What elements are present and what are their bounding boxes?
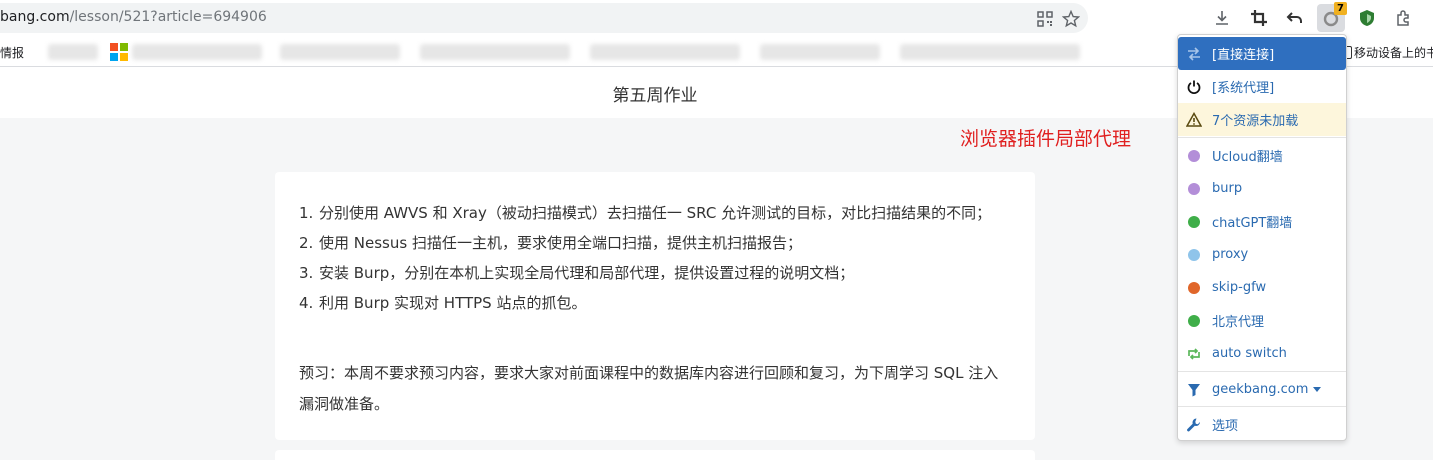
transfer-arrows-icon <box>1186 46 1202 62</box>
preview-paragraph: 预习：本周不要求预习内容，要求大家对前面课程中的数据库内容进行回顾和复习，为下周… <box>299 364 999 413</box>
menu-item-direct[interactable]: [直接连接] <box>1178 37 1346 70</box>
profile-color-dot <box>1188 314 1200 327</box>
menu-item-profile[interactable]: chatGPT翻墙 <box>1178 205 1346 238</box>
menu-item-profile[interactable]: burp <box>1178 172 1346 205</box>
mobile-bookmarks-folder[interactable]: 移动设备上的书 <box>1343 44 1433 61</box>
bookmark-star-icon[interactable] <box>1061 9 1081 28</box>
task-item: 1. 分别使用 AWVS 和 Xray（被动扫描模式）去扫描任一 SRC 允许测试… <box>299 204 992 222</box>
power-icon <box>1186 79 1202 95</box>
task-item: 2. 使用 Nessus 扫描任一主机，要求使用全端口扫描，提供主机扫描报告； <box>299 234 802 252</box>
extension-badge: 7 <box>1334 2 1347 15</box>
download-icon[interactable] <box>1210 6 1234 30</box>
qr-code-icon[interactable] <box>1036 10 1054 28</box>
profile-color-dot <box>1188 149 1200 162</box>
menu-divider <box>1178 137 1346 138</box>
address-bar[interactable]: bang.com/lesson/521?article=694906 <box>0 3 1088 33</box>
undo-arrow-icon[interactable] <box>1283 6 1307 30</box>
blurred-bookmark[interactable] <box>420 44 570 60</box>
homework-card: 1. 分别使用 AWVS 和 Xray（被动扫描模式）去扫描任一 SRC 允许测试… <box>275 172 1035 440</box>
globe-icon <box>1186 280 1202 296</box>
globe-icon <box>1186 148 1202 164</box>
profile-color-dot <box>1188 182 1200 195</box>
menu-divider <box>1178 406 1346 407</box>
globe-icon <box>1186 313 1202 329</box>
warning-icon <box>1186 111 1202 128</box>
menu-item-auto-switch[interactable]: auto switch <box>1178 337 1346 370</box>
next-card <box>275 450 1035 470</box>
menu-item-failed-resources[interactable]: 7个资源未加载 <box>1178 103 1346 136</box>
url-path: /lesson/521?article=694906 <box>69 9 267 25</box>
wrench-icon <box>1186 417 1202 433</box>
blurred-bookmark[interactable] <box>280 44 400 60</box>
menu-item-system[interactable]: [系统代理] <box>1178 70 1346 103</box>
blurred-bookmark[interactable] <box>48 44 98 60</box>
page-title: 第五周作业 <box>612 86 698 106</box>
microsoft-logo-icon <box>110 43 128 61</box>
task-item: 3. 安装 Burp，分别在本机上实现全局代理和局部代理，提供设置过程的说明文档； <box>299 264 855 282</box>
menu-item-site-rule[interactable]: geekbang.com <box>1178 373 1346 406</box>
chevron-down-icon <box>1313 387 1322 392</box>
blurred-bookmark[interactable] <box>590 44 740 60</box>
blurred-bookmark[interactable] <box>900 44 1080 60</box>
puzzle-extensions-icon[interactable] <box>1392 6 1416 30</box>
profile-color-dot <box>1188 248 1200 261</box>
retweet-arrows-icon <box>1186 346 1202 362</box>
globe-icon <box>1186 181 1202 197</box>
url-text[interactable]: bang.com/lesson/521?article=694906 <box>0 9 267 25</box>
switchyomega-extension-icon[interactable]: 7 <box>1317 2 1347 32</box>
task-list: 1. 分别使用 AWVS 和 Xray（被动扫描模式）去扫描任一 SRC 允许测试… <box>299 198 1011 318</box>
profile-color-dot <box>1188 281 1200 294</box>
menu-item-profile[interactable]: 北京代理 <box>1178 304 1346 337</box>
proxy-switch-popup: [直接连接] [系统代理] 7个资源未加载 Ucloud翻墙 burp chat… <box>1177 34 1347 441</box>
menu-divider <box>1178 371 1346 372</box>
url-host: bang.com <box>0 9 70 25</box>
menu-item-profile[interactable]: skip-gfw <box>1178 271 1346 304</box>
red-annotation-text: 浏览器插件局部代理 <box>960 128 1132 150</box>
blurred-bookmark[interactable] <box>132 44 262 60</box>
task-item: 4. 利用 Burp 实现对 HTTPS 站点的抓包。 <box>299 294 587 312</box>
mobile-bookmarks-label: 移动设备上的书 <box>1354 46 1433 60</box>
browser-toolbar: bang.com/lesson/521?article=694906 7 <box>0 0 1433 36</box>
shield-extension-icon[interactable] <box>1355 6 1379 30</box>
menu-item-options[interactable]: 选项 <box>1178 408 1346 441</box>
blurred-bookmark[interactable] <box>760 44 880 60</box>
menu-item-profile[interactable]: Ucloud翻墙 <box>1178 139 1346 172</box>
menu-item-profile[interactable]: proxy <box>1178 238 1346 271</box>
bookmark-item[interactable]: 情报 <box>0 44 24 61</box>
globe-icon <box>1186 247 1202 263</box>
profile-color-dot <box>1188 215 1200 228</box>
crop-icon[interactable] <box>1247 6 1271 30</box>
globe-icon <box>1186 214 1202 230</box>
filter-funnel-icon <box>1186 382 1202 398</box>
